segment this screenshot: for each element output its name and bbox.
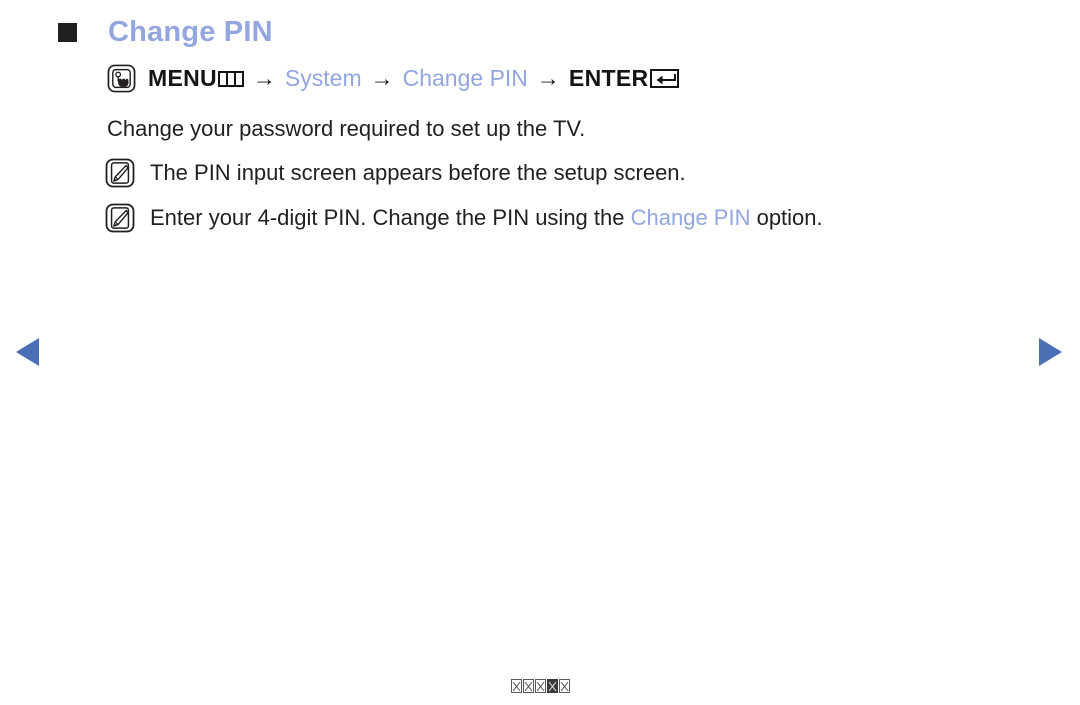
menu-label: MENU (148, 65, 217, 91)
note-row-2: Enter your 4-digit PIN. Change the PIN u… (105, 203, 823, 233)
note-pencil-icon (105, 158, 135, 188)
path-arrow-1: → (252, 65, 276, 91)
missing-glyph-icon (546, 679, 558, 694)
enter-return-key-icon (650, 69, 680, 88)
note-text-2: Enter your 4-digit PIN. Change the PIN u… (150, 203, 823, 233)
menu-step-change-pin: Change PIN (402, 65, 528, 91)
path-arrow-3: → (536, 65, 560, 91)
menu-button-glyph-icon (217, 70, 244, 87)
square-bullet-icon (58, 23, 77, 42)
next-page-arrow-button[interactable] (1039, 338, 1062, 366)
footer-glyphs (0, 678, 1080, 694)
press-button-hand-icon (107, 64, 136, 93)
page-root: Change PIN MENU → System → Change PIN → … (0, 0, 1080, 705)
note-pencil-icon (105, 203, 135, 233)
missing-glyph-icon (534, 679, 546, 694)
note-2-text-after: option. (750, 205, 823, 230)
menu-step-system: System (284, 65, 362, 91)
note-1-text: The PIN input screen appears before the … (150, 160, 686, 185)
note-2-highlight: Change PIN (630, 205, 751, 230)
note-2-text-before: Enter your 4-digit PIN. Change the PIN u… (150, 205, 631, 230)
missing-glyph-icon (510, 679, 522, 694)
page-heading: Change PIN (58, 18, 273, 47)
previous-page-arrow-button[interactable] (16, 338, 39, 366)
body-paragraph-1: Change your password required to set up … (107, 116, 586, 141)
missing-glyph-icon (558, 679, 570, 694)
page-title: Change PIN (108, 16, 273, 48)
menu-path-breadcrumb: MENU → System → Change PIN → ENTER (107, 64, 680, 93)
missing-glyph-icon (522, 679, 534, 694)
note-row-1: The PIN input screen appears before the … (105, 158, 686, 188)
note-text-1: The PIN input screen appears before the … (150, 158, 686, 188)
enter-label: ENTER (568, 65, 649, 91)
path-arrow-2: → (370, 65, 394, 91)
